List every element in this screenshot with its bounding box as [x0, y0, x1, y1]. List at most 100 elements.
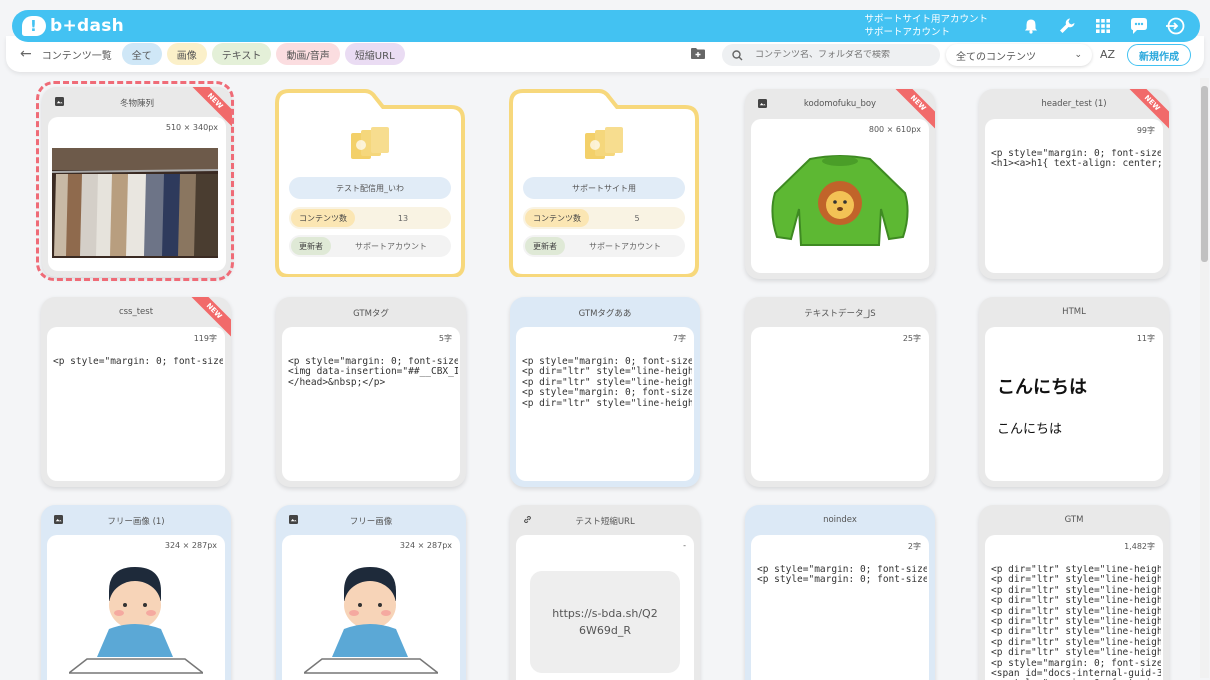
- card-text-preview: <p style="margin: 0; font-size: 18 <p di…: [522, 357, 692, 409]
- card-title: テキストデータ_JS: [804, 309, 876, 319]
- content-card-image[interactable]: フリー画像 (1) 324 × 287px: [41, 505, 231, 680]
- folder-contents-icon: [351, 127, 389, 159]
- search-box[interactable]: [722, 44, 940, 66]
- folder-card[interactable]: サポートサイト用 コンテンツ数 5 更新者 サポートアカウント: [509, 89, 699, 277]
- card-body: [47, 327, 225, 481]
- content-card-text[interactable]: noindex 2字 <p style="margin: 0; font-siz…: [745, 505, 935, 680]
- selected-outline: [36, 81, 234, 281]
- thinking-person-illustration: [304, 567, 438, 674]
- content-card-text[interactable]: GTM 1,482字 <p dir="ltr" style="line-heig…: [979, 505, 1169, 680]
- card-meta: 800 × 610px: [868, 125, 921, 134]
- card-text-preview: <p style="margin: 0; font-size: 18 <h1><…: [991, 149, 1161, 170]
- filter-selected-value: 全てのコンテンツ: [956, 51, 1036, 63]
- card-title: フリー画像: [349, 517, 393, 527]
- content-card-image[interactable]: フリー画像 324 × 287px: [276, 505, 466, 680]
- count-value: 5: [634, 213, 640, 223]
- tab-video-audio[interactable]: 動画/音声: [276, 43, 340, 65]
- chevron-down-icon: ⌄: [1074, 50, 1082, 60]
- thinking-person-illustration: [69, 567, 203, 674]
- logout-icon[interactable]: [1160, 11, 1190, 41]
- updater-label: 更新者: [291, 237, 331, 255]
- card-title: noindex: [823, 515, 857, 525]
- tab-all[interactable]: 全て: [121, 43, 162, 65]
- updater-value: サポートアカウント: [589, 241, 661, 251]
- content-card-text[interactable]: css_test 119字 <p style="margin: 0; font-…: [41, 297, 231, 487]
- folder-updater-row: 更新者 サポートアカウント: [523, 235, 685, 257]
- folder-add-icon[interactable]: [690, 47, 706, 60]
- card-meta: 1,482字: [1124, 542, 1155, 551]
- breadcrumb: コンテンツ一覧: [41, 50, 112, 62]
- content-card-image[interactable]: kodomofuku_boy 800 × 610px NEW: [745, 89, 935, 279]
- content-filter-select[interactable]: 全てのコンテンツ ⌄: [946, 44, 1092, 66]
- content-card-short-url[interactable]: テスト短縮URL - https://s-bda.sh/Q26W69d_R: [510, 505, 700, 680]
- folder-count-row: コンテンツ数 13: [289, 207, 451, 229]
- card-body: [985, 119, 1163, 273]
- wrench-icon[interactable]: [1052, 11, 1082, 41]
- short-url-preview: https://s-bda.sh/Q26W69d_R: [530, 571, 680, 673]
- bell-icon[interactable]: [1016, 11, 1046, 41]
- card-text-preview: <p dir="ltr" style="line-height: 1 <p di…: [991, 565, 1161, 680]
- vertical-scrollbar[interactable]: [1200, 78, 1209, 678]
- card-meta: 119字: [193, 334, 217, 343]
- card-meta: 2字: [907, 542, 921, 551]
- content-card-text[interactable]: テキストデータ_JS 25字: [745, 297, 935, 487]
- card-meta: -: [683, 541, 686, 550]
- tab-short-url[interactable]: 短縮URL: [344, 43, 405, 65]
- apps-grid-icon[interactable]: [1088, 11, 1118, 41]
- card-body: [282, 327, 460, 481]
- card-meta: 5字: [438, 334, 452, 343]
- brand-logo[interactable]: b+dash: [22, 16, 124, 36]
- folder-count-row: コンテンツ数 5: [523, 207, 685, 229]
- content-card-text[interactable]: GTMタグ 5字 <p style="margin: 0; font-size:…: [276, 297, 466, 487]
- app-header: b+dash サポートサイト用アカウント サポートアカウント: [12, 10, 1200, 42]
- account-line-1: サポートサイト用アカウント: [864, 14, 988, 25]
- card-title: GTMタグああ: [578, 309, 632, 319]
- card-meta: 7字: [672, 334, 686, 343]
- content-grid: 冬物陳列 510 × 340px NEW テスト配信用_いわ コンテンツ数 13…: [0, 0, 1196, 680]
- folder-name: サポートサイト用: [523, 177, 685, 199]
- search-input[interactable]: [755, 50, 925, 60]
- count-label: コンテンツ数: [525, 209, 589, 227]
- updater-label: 更新者: [525, 237, 565, 255]
- updater-value: サポートアカウント: [355, 241, 427, 251]
- folder-card[interactable]: テスト配信用_いわ コンテンツ数 13 更新者 サポートアカウント: [275, 89, 465, 277]
- card-meta: 324 × 287px: [164, 541, 217, 550]
- app-root: 冬物陳列 510 × 340px NEW テスト配信用_いわ コンテンツ数 13…: [0, 0, 1210, 680]
- card-text-preview: <p style="margin: 0; font-size: 18: [53, 357, 223, 367]
- card-text-preview: <p style="margin: 0; font-size: 18 <img …: [288, 357, 458, 388]
- card-text-preview: <p style="margin: 0; font-size: 18 <p st…: [757, 565, 927, 586]
- content-card-html[interactable]: HTML 11字 こんにちは こんにちは: [979, 297, 1169, 487]
- account-info[interactable]: サポートサイト用アカウント サポートアカウント: [864, 13, 988, 39]
- card-meta: 99字: [1136, 126, 1155, 135]
- new-create-button[interactable]: 新規作成: [1127, 44, 1191, 66]
- card-meta: 324 × 287px: [399, 541, 452, 550]
- search-icon: [732, 49, 743, 60]
- html-preview-paragraph: こんにちは: [997, 422, 1063, 437]
- card-meta: 11字: [1136, 334, 1155, 343]
- lion-sweater-illustration: [771, 155, 909, 246]
- sort-az-icon[interactable]: AZ: [1100, 48, 1115, 61]
- count-label: コンテンツ数: [291, 209, 355, 227]
- card-meta: 25字: [902, 334, 921, 343]
- card-body: [985, 327, 1163, 481]
- folder-updater-row: 更新者 サポートアカウント: [289, 235, 451, 257]
- html-preview-heading: こんにちは: [997, 377, 1087, 398]
- tab-image[interactable]: 画像: [166, 43, 207, 65]
- card-body: [751, 327, 929, 481]
- chat-icon[interactable]: [1124, 11, 1154, 41]
- brand-name: b+dash: [50, 16, 125, 36]
- card-title: GTMタグ: [353, 309, 389, 319]
- card-title: GTM: [1064, 515, 1084, 525]
- folder-name: テスト配信用_いわ: [289, 177, 451, 199]
- card-title: フリー画像 (1): [107, 517, 165, 527]
- content-card-text[interactable]: GTMタグああ 7字 <p style="margin: 0; font-siz…: [510, 297, 700, 487]
- content-card-text[interactable]: header_test (1) 99字 <p style="margin: 0;…: [979, 89, 1169, 279]
- back-arrow-icon[interactable]: ←: [20, 46, 32, 62]
- account-line-2: サポートアカウント: [864, 27, 950, 38]
- tab-text[interactable]: テキスト: [211, 43, 272, 65]
- count-value: 13: [397, 213, 409, 223]
- card-title: テスト短縮URL: [575, 517, 635, 527]
- card-body: [751, 535, 929, 680]
- scrollbar-thumb[interactable]: [1201, 86, 1208, 262]
- logo-bubble-icon: [22, 16, 46, 36]
